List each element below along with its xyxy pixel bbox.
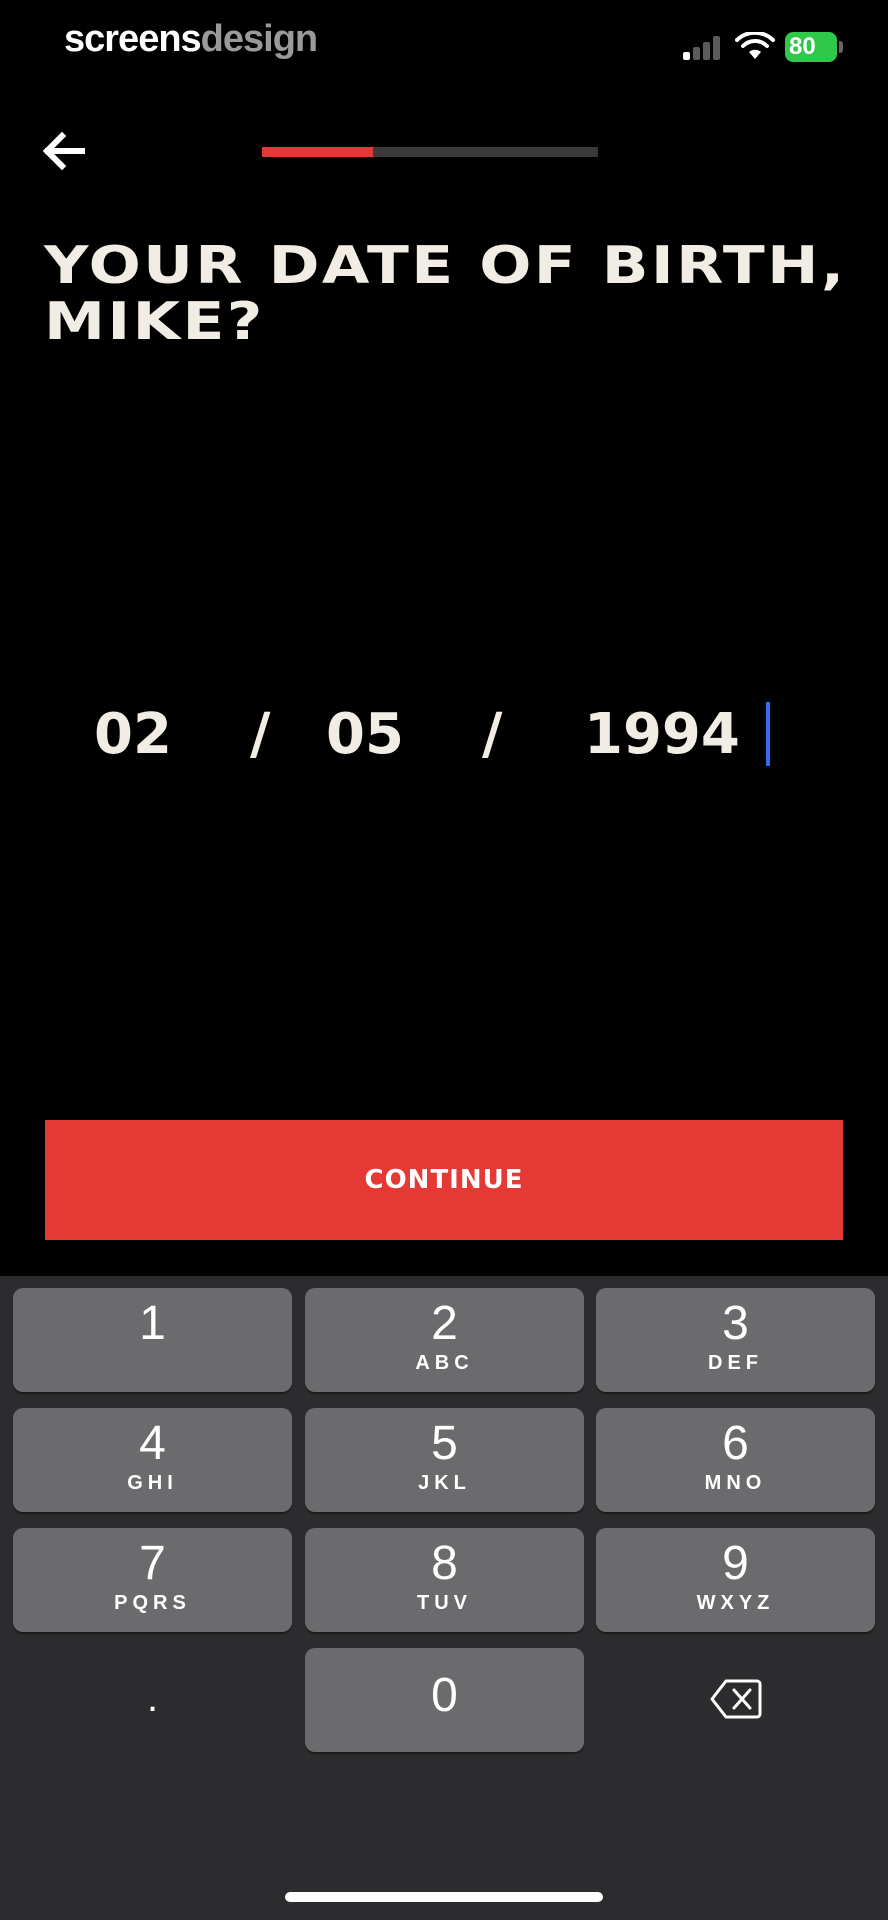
- key-2[interactable]: 2 ABC: [305, 1288, 584, 1392]
- key-6[interactable]: 6 MNO: [596, 1408, 875, 1512]
- text-caret: [766, 702, 770, 766]
- home-indicator: [285, 1892, 603, 1902]
- progress-bar: [262, 147, 598, 157]
- key-digit: 8: [431, 1537, 458, 1590]
- key-decimal[interactable]: .: [13, 1648, 292, 1752]
- key-5[interactable]: 5 JKL: [305, 1408, 584, 1512]
- key-digit: 0: [431, 1669, 458, 1722]
- key-letters: JKL: [418, 1472, 471, 1494]
- key-3[interactable]: 3 DEF: [596, 1288, 875, 1392]
- key-digit: 1: [139, 1297, 166, 1350]
- key-digit: 4: [139, 1417, 166, 1470]
- brand-logo: screensdesign: [64, 18, 318, 61]
- key-1[interactable]: 1: [13, 1288, 292, 1392]
- date-separator: /: [250, 702, 271, 767]
- day-field[interactable]: 05: [326, 700, 404, 770]
- key-letters: PQRS: [114, 1592, 191, 1614]
- key-7[interactable]: 7 PQRS: [13, 1528, 292, 1632]
- backspace-icon: [710, 1679, 762, 1719]
- battery-cap: [839, 41, 843, 53]
- key-digit: 7: [139, 1537, 166, 1590]
- key-9[interactable]: 9 WXYZ: [596, 1528, 875, 1632]
- progress-bar-fill: [262, 147, 373, 157]
- arrow-left-icon[interactable]: [40, 128, 86, 174]
- cellular-signal-icon: [683, 36, 721, 60]
- delete-key[interactable]: [596, 1648, 875, 1752]
- year-field[interactable]: 1994: [584, 700, 740, 770]
- continue-button[interactable]: CONTINUE: [45, 1120, 843, 1240]
- key-letters: TUV: [417, 1592, 472, 1614]
- key-4[interactable]: 4 GHI: [13, 1408, 292, 1512]
- key-digit: 5: [431, 1417, 458, 1470]
- brand-part2: design: [200, 18, 318, 60]
- key-digit: 2: [431, 1297, 458, 1350]
- month-field[interactable]: 02: [94, 700, 172, 770]
- key-letters: GHI: [127, 1472, 178, 1494]
- key-digit: 9: [722, 1537, 749, 1590]
- key-letters: WXYZ: [696, 1592, 775, 1614]
- wifi-icon: [735, 32, 775, 59]
- key-letters: DEF: [708, 1352, 763, 1374]
- key-letters: MNO: [704, 1472, 767, 1494]
- date-separator: /: [482, 702, 503, 767]
- brand-part1: screens: [64, 18, 202, 60]
- date-input[interactable]: 02 / 05 / 1994: [0, 700, 888, 770]
- status-bar: screensdesign 80: [0, 0, 888, 90]
- key-8[interactable]: 8 TUV: [305, 1528, 584, 1632]
- key-0[interactable]: 0: [305, 1648, 584, 1752]
- key-digit: 6: [722, 1417, 749, 1470]
- page-title: YOUR DATE OF BIRTH, MIKE?: [44, 236, 847, 352]
- key-digit: 3: [722, 1297, 749, 1350]
- date-of-birth-screen: screensdesign 80 YOUR DATE OF BIRTH, MIK…: [0, 0, 888, 1920]
- key-letters: ABC: [415, 1352, 474, 1374]
- battery-level: 80: [785, 32, 837, 62]
